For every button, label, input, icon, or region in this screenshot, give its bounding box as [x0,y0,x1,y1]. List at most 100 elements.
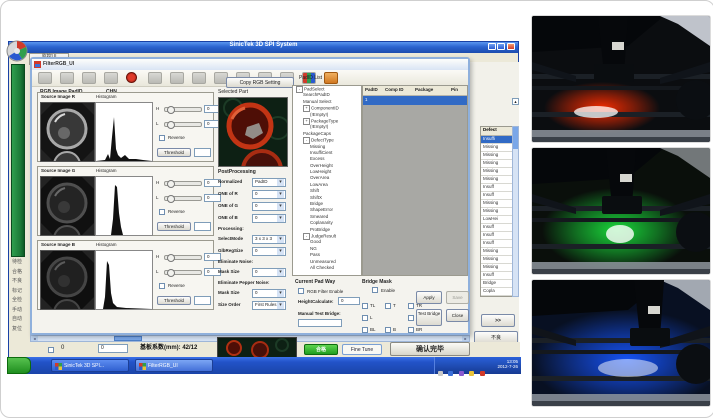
help-icon[interactable] [324,72,338,84]
h-slider-knob[interactable] [167,254,175,262]
manual-bridge-input[interactable] [298,319,342,327]
confirm-done-button[interactable]: 确认完毕 [390,342,470,356]
defect-row[interactable]: Insuffi [481,136,513,144]
defect-row[interactable]: Missing [481,160,513,168]
defect-row[interactable]: Insuff [481,224,513,232]
defect-row[interactable]: Missing [481,144,513,152]
mask-checkbox[interactable] [385,327,391,333]
scroll-up-icon[interactable]: ▴ [512,98,519,105]
defect-scrollbar-thumb[interactable] [513,127,518,149]
defect-row[interactable]: Insuff [481,232,513,240]
mask-checkbox[interactable] [362,315,368,321]
mask-checkbox[interactable] [408,315,414,321]
start-button[interactable] [7,357,31,374]
defect-row[interactable]: Missing [481,248,513,256]
grid-icon[interactable] [192,72,206,84]
l-slider[interactable] [164,270,202,275]
post-row-dropdown[interactable]: 0 [252,268,286,277]
scroll-left-icon[interactable]: ◂ [31,336,38,341]
collapse-icon[interactable]: - [296,86,303,93]
h-slider-knob[interactable] [167,106,175,114]
taskbar-clock[interactable]: 13:05 2012-7-26 [497,359,518,370]
threshold-value-input[interactable] [194,222,211,231]
reverse-checkbox[interactable] [159,209,165,215]
taskbar-item[interactable]: FilterRGB_UI [135,359,213,372]
l-slider[interactable] [164,122,202,127]
mask-checkbox[interactable] [385,303,391,309]
post-row-dropdown[interactable]: 0 [252,202,286,211]
scroll-right-icon[interactable]: ▸ [462,336,469,341]
threshold-button[interactable]: Threshold [157,148,191,157]
defect-row[interactable]: Copla [481,288,513,296]
document-icon[interactable] [38,72,52,84]
post-row-dropdown[interactable]: 0 [252,214,286,223]
tree-item[interactable]: All Checked [293,265,361,271]
expand-icon[interactable]: + [303,118,310,125]
defect-row[interactable]: Insuff [481,192,513,200]
threshold-button[interactable]: Threshold [157,222,191,231]
mask-checkbox[interactable] [362,327,368,333]
h-slider-knob[interactable] [167,180,175,188]
defect-row[interactable]: Missing [481,152,513,160]
defect-row[interactable]: Insuff [481,272,513,280]
padid-tree[interactable]: -PadSelectSearchPadIDManual Select+Compo… [292,85,362,276]
tray-alert-icon[interactable] [480,371,485,376]
tray-volume-icon[interactable] [438,371,443,376]
threshold-value-input[interactable] [194,148,211,157]
pass-button[interactable]: 合格 [304,344,338,355]
defect-row[interactable]: Missing [481,256,513,264]
height-calc-input[interactable]: 0 [338,297,360,305]
h-slider[interactable] [164,255,202,260]
close-icon[interactable] [507,43,515,50]
defect-row[interactable]: Insuff [481,240,513,248]
post-row-dropdown[interactable]: 0 [252,247,286,256]
l-slider-knob[interactable] [167,121,175,129]
post-row-dropdown[interactable]: 3 x 3 x 3 [252,235,286,244]
mask-checkbox[interactable] [408,327,414,333]
h-slider[interactable] [164,107,202,112]
defect-row[interactable]: Missing [481,168,513,176]
reverse-checkbox[interactable] [159,283,165,289]
tray-network-icon[interactable] [448,371,453,376]
reverse-checkbox[interactable] [159,135,165,141]
copy-icon[interactable] [170,72,184,84]
mask-checkbox[interactable] [408,303,414,309]
tray-icons[interactable] [438,363,486,381]
close-button[interactable]: Close [446,309,469,322]
threshold-value-input[interactable] [194,296,211,305]
defect-row[interactable]: Missing [481,208,513,216]
bridge-mask-enable-checkbox[interactable] [372,287,378,293]
test-bridge-button[interactable]: Test Bridge [416,309,442,326]
post-row-dropdown[interactable]: 0 [252,190,286,199]
defect-row[interactable]: LowHei [481,216,513,224]
l-slider-knob[interactable] [167,269,175,277]
open-folder-icon[interactable] [60,72,74,84]
status-checkbox[interactable] [48,347,54,353]
fine-tune-button[interactable]: Fine Tune [342,344,382,355]
record-icon[interactable] [126,72,137,83]
post-row-dropdown[interactable]: First Rules [252,301,286,310]
defect-row[interactable]: Bridge [481,280,513,288]
tray-app-icon[interactable] [459,371,464,376]
maximize-button[interactable] [497,43,505,50]
defect-row[interactable]: Missing [481,264,513,272]
defect-table[interactable]: Defect InsuffiMissingMissingMissingMissi… [480,126,514,297]
h-slider[interactable] [164,181,202,186]
padid-table-selected-row[interactable]: 1 [363,96,467,105]
l-slider[interactable] [164,196,202,201]
defect-row[interactable]: Missing [481,176,513,184]
taskbar-item[interactable]: SinicTek 3D SPI... [51,359,129,372]
post-row-dropdown[interactable]: PadID [252,178,286,187]
save-icon[interactable] [82,72,96,84]
mask-cell-b[interactable]: B [385,321,396,339]
status-value-input[interactable]: 0 [98,344,128,353]
collapse-icon[interactable]: - [303,233,310,240]
post-row-dropdown[interactable]: 0 [252,289,286,298]
save-button[interactable]: Save [446,291,469,304]
defect-row[interactable]: Insuff [481,184,513,192]
main-title-bar[interactable]: SinicTek 3D SPI System [9,42,518,53]
mask-cell-bl[interactable]: BL [362,321,376,339]
hscrollbar-thumb[interactable] [114,336,142,341]
more-button[interactable]: >> [481,314,515,327]
minimize-button[interactable] [488,43,496,50]
